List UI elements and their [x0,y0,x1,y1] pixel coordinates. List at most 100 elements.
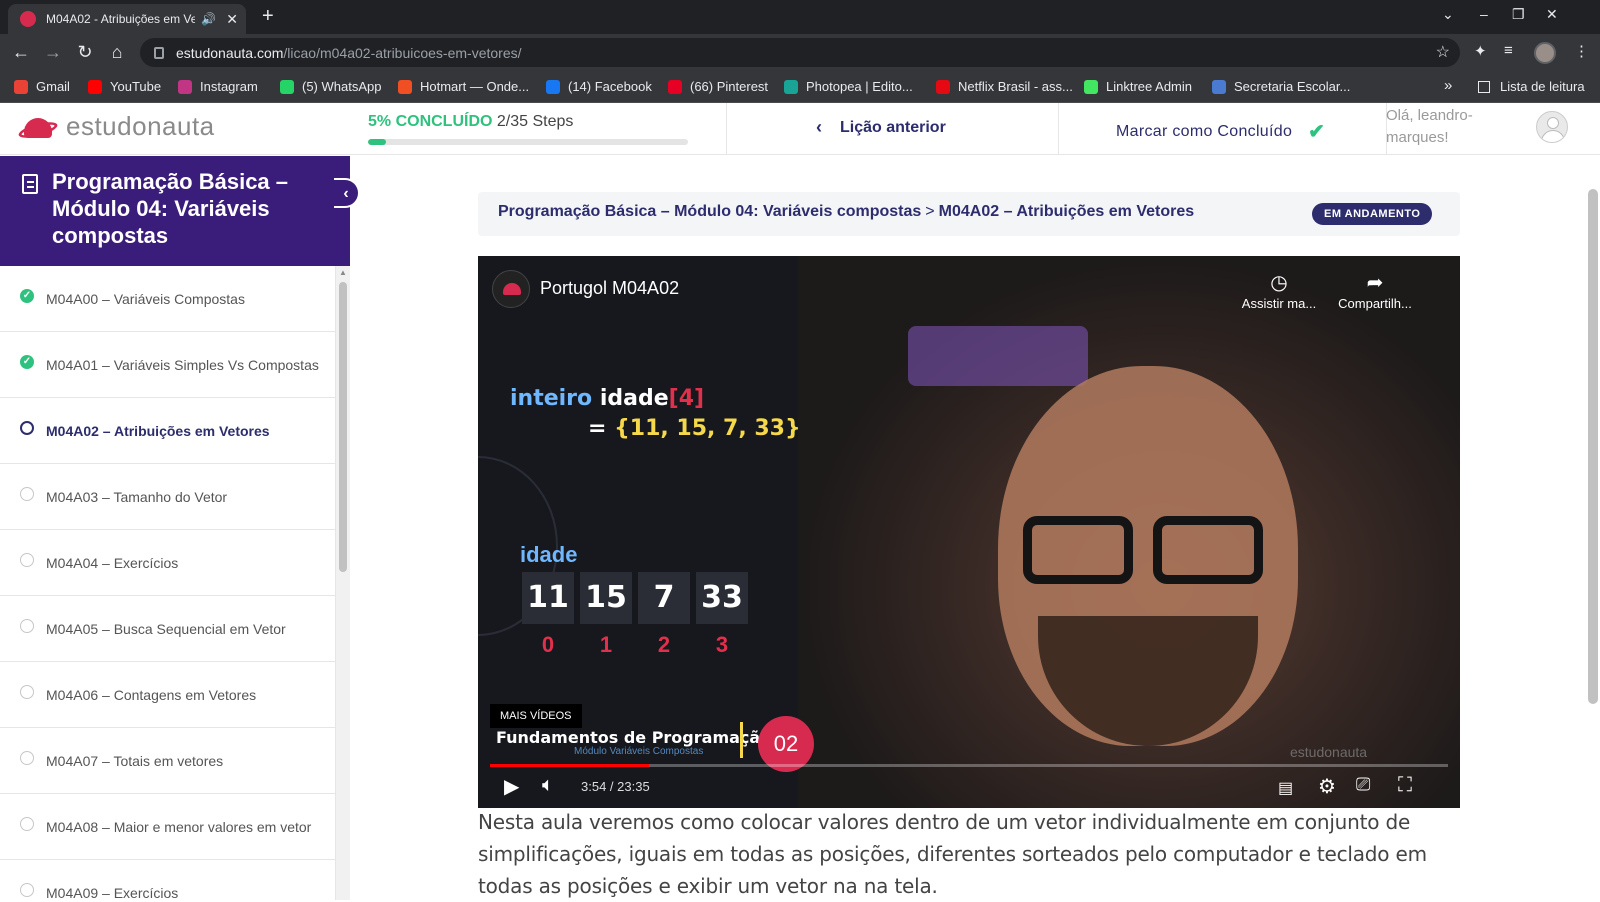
bookmark-favicon-icon [14,79,28,94]
bookmark-item[interactable]: Hotmart — Onde... [398,79,529,94]
forward-button[interactable]: → [42,42,64,63]
previous-lesson-label: Lição anterior [840,118,946,136]
code-line-assignment: = {11, 15, 7, 33} [588,416,801,441]
lesson-list-item[interactable]: M04A07 – Totais em vetores [0,728,335,794]
code-keyword: inteiro [510,386,593,411]
array-index: 1 [599,632,613,657]
bookmark-item[interactable]: Netflix Brasil - ass... [936,79,1073,94]
page-scroll-thumb[interactable] [1588,189,1598,704]
close-window-button[interactable]: ✕ [1546,6,1558,23]
breadcrumb-course-link[interactable]: Programação Básica – Módulo 04: Variávei… [498,203,921,220]
back-button[interactable]: ← [10,42,32,63]
lesson-label: M04A01 – Variáveis Simples Vs Compostas [46,356,319,373]
lesson-list-item[interactable]: M04A03 – Tamanho do Vetor [0,464,335,530]
site-header: estudonauta 5% CONCLUÍDO 2/35 Steps ‹ Li… [0,103,1600,155]
lesson-list-item[interactable]: M04A09 – Exercícios [0,860,335,900]
video-watermark: estudonauta [1290,744,1368,760]
bookmark-item[interactable]: (66) Pinterest [668,79,768,94]
bookmark-item[interactable]: (14) Facebook [546,79,652,94]
cast-icon[interactable]: ⎚ [1356,774,1370,795]
share-button[interactable]: ➦ Compartilh... [1330,270,1420,311]
play-icon[interactable]: ▶ [504,774,519,799]
mark-complete-button[interactable]: Marcar como Concluído ✔ [1116,119,1325,144]
bookmark-item[interactable]: Photopea | Edito... [784,79,913,94]
lesson-label: M04A00 – Variáveis Compostas [46,290,245,307]
restore-button[interactable]: ❐ [1512,6,1525,23]
settings-gear-icon[interactable]: ⚙ [1318,774,1336,799]
bookmark-favicon-icon [280,79,294,94]
bookmark-item[interactable]: Linktree Admin [1084,79,1192,94]
sidebar-collapse-button[interactable]: ‹ [334,178,360,208]
lesson-list-item[interactable]: ✓ M04A01 – Variáveis Simples Vs Compostas [0,332,335,398]
bookmark-favicon-icon [88,79,102,94]
close-tab-icon[interactable]: ✕ [226,11,238,28]
video-player[interactable]: Portugol M04A02 ◷ Assistir ma... ➦ Compa… [478,256,1460,808]
document-icon [22,174,38,194]
watch-later-button[interactable]: ◷ Assistir ma... [1234,270,1324,311]
breadcrumb: Programação Básica – Módulo 04: Variávei… [498,203,1194,221]
pending-circle-icon [20,552,34,567]
bookmark-item[interactable]: (5) WhatsApp [280,79,381,94]
bookmark-item[interactable]: Instagram [178,79,258,94]
breadcrumb-lesson: M04A02 – Atribuições em Vetores [938,203,1195,220]
more-bookmarks-icon[interactable]: » [1444,77,1452,94]
reading-list-button[interactable]: Lista de leitura [1478,79,1585,94]
menu-kebab-icon[interactable]: ⋮ [1574,42,1589,60]
lock-icon[interactable] [154,46,164,59]
pending-circle-icon [20,882,34,897]
scroll-up-icon[interactable]: ▲ [339,268,347,277]
code-values: {11, 15, 7, 33} [614,416,801,441]
more-videos-button[interactable]: MAIS VÍDEOS [490,704,582,728]
reading-list-icon [1478,80,1490,93]
fullscreen-icon[interactable]: ⛶ [1398,774,1412,797]
volume-icon[interactable]: 🔈︎ [542,774,554,797]
minimize-button[interactable]: – [1480,6,1488,22]
new-tab-button[interactable]: + [262,5,274,28]
series-subtitle: Módulo Variáveis Compostas [574,746,704,757]
code-line-declaration: inteiro idade[4] [510,386,704,411]
media-control-icon[interactable]: ≡ [1504,42,1513,59]
reload-button[interactable]: ↻ [74,42,96,63]
bookmark-label: Secretaria Escolar... [1234,79,1351,94]
lesson-list-item[interactable]: M04A04 – Exercícios [0,530,335,596]
subtitles-icon[interactable]: ▤ [1278,778,1293,798]
video-title[interactable]: Portugol M04A02 [540,278,679,299]
url-bar[interactable]: estudonauta.com /licao/m04a02-atribuicoe… [140,38,1460,67]
speaker-icon[interactable]: 🔊 [201,12,216,26]
bookmark-favicon-icon [398,79,412,94]
user-avatar[interactable] [1536,111,1568,143]
bookmark-label: Photopea | Edito... [806,79,913,94]
lesson-list-item[interactable]: M04A06 – Contagens em Vetores [0,662,335,728]
tab-search-icon[interactable]: ⌄ [1442,6,1454,23]
sidebar-scroll-thumb[interactable] [339,282,347,572]
array-index: 0 [541,632,555,657]
lesson-list-item[interactable]: M04A05 – Busca Sequencial em Vetor [0,596,335,662]
bookmark-item[interactable]: Gmail [14,79,70,94]
lesson-label: M04A04 – Exercícios [46,554,179,571]
video-seek-bar[interactable] [490,764,1448,767]
bookmark-favicon-icon [784,79,798,94]
course-title: Programação Básica – Módulo 04: Variávei… [52,169,289,248]
lesson-list-item[interactable]: M04A02 – Atribuições em Vetores [0,398,335,464]
profile-avatar[interactable] [1534,42,1556,64]
lesson-label: M04A02 – Atribuições em Vetores [46,422,270,439]
current-lesson-icon [20,420,34,435]
lesson-list-item[interactable]: ✓ M04A00 – Variáveis Compostas [0,266,335,332]
user-greeting[interactable]: Olá, leandro-marques! [1386,105,1496,149]
bookmark-star-icon[interactable]: ☆ [1436,42,1450,62]
previous-lesson-button[interactable]: ‹ Lição anterior [816,117,946,138]
lesson-list-item[interactable]: M04A08 – Maior e menor valores em vetor [0,794,335,860]
bookmark-label: (5) WhatsApp [302,79,382,94]
sidebar-scrollbar[interactable]: ▲ [336,266,350,900]
progress-steps: 2/35 Steps [496,113,574,130]
pending-circle-icon [20,750,34,765]
extensions-icon[interactable]: ✦ [1474,42,1487,60]
channel-avatar[interactable] [492,270,530,308]
home-button[interactable]: ⌂ [106,42,128,63]
browser-tab[interactable]: M04A02 - Atribuições em Vetores 🔊 ✕ [8,4,246,34]
bookmark-item[interactable]: YouTube [88,79,161,94]
course-progress: 5% CONCLUÍDO 2/35 Steps [368,113,688,145]
estudonauta-logo[interactable]: estudonauta [17,111,215,142]
bookmark-item[interactable]: Secretaria Escolar... [1212,79,1350,94]
page-scrollbar[interactable] [1586,155,1600,900]
